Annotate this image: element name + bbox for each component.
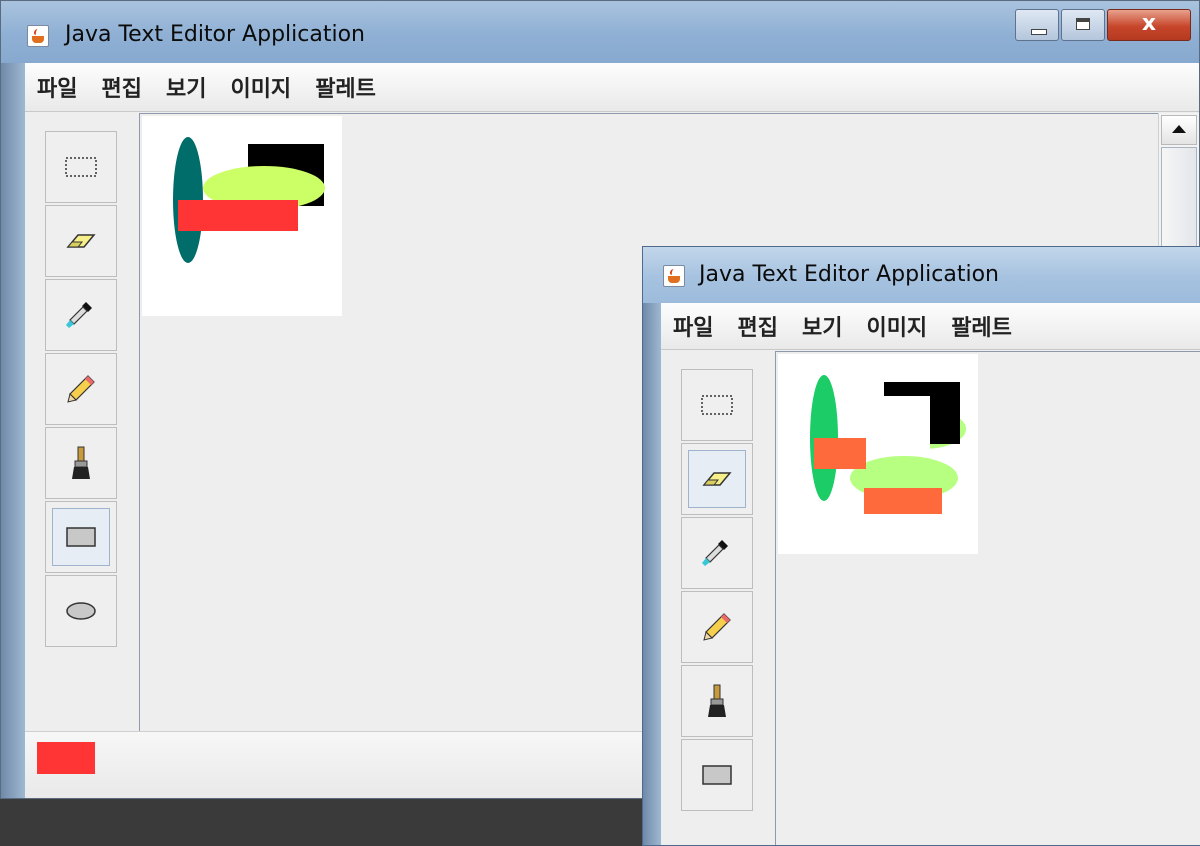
second-window: Java Text Editor Application 파일 편집 보기 이미… — [642, 246, 1200, 846]
window-title: Java Text Editor Application — [65, 22, 365, 47]
menu-bar: 파일 편집 보기 이미지 팔레트 — [661, 303, 1200, 350]
tool-panel — [661, 351, 775, 845]
brush-icon — [72, 446, 90, 479]
brush-tool-button[interactable] — [45, 427, 117, 499]
select-rect-tool-button[interactable] — [681, 369, 753, 441]
pencil-tool-button[interactable] — [45, 353, 117, 425]
drawing-canvas-area[interactable] — [775, 351, 1200, 845]
menu-palette[interactable]: 팔레트 — [303, 71, 388, 103]
menu-edit[interactable]: 편집 — [89, 71, 153, 103]
rectangle-icon — [66, 527, 96, 547]
orange-rectangle-left — [814, 438, 866, 469]
rectangle-tool-button[interactable] — [681, 739, 753, 811]
brush-tool-button[interactable] — [681, 665, 753, 737]
java-app-icon — [663, 265, 685, 287]
eraser-tool-button[interactable] — [681, 443, 753, 515]
menu-bar: 파일 편집 보기 이미지 팔레트 — [25, 63, 1199, 112]
java-app-icon — [27, 25, 49, 47]
close-button[interactable] — [1107, 9, 1191, 41]
eraser-tool-button[interactable] — [45, 205, 117, 277]
orange-rectangle-bottom — [864, 488, 942, 514]
eraser-icon — [66, 234, 96, 248]
menu-file[interactable]: 파일 — [25, 71, 89, 103]
title-bar[interactable]: Java Text Editor Application — [1, 1, 1199, 63]
window-frame — [1, 63, 25, 798]
window-frame — [643, 303, 661, 845]
brush-icon — [708, 684, 726, 717]
tool-panel — [25, 113, 140, 733]
rectangle-tool-button[interactable] — [45, 501, 117, 573]
red-rectangle — [178, 200, 298, 231]
scroll-up-button[interactable] — [1161, 115, 1197, 145]
pencil-icon — [703, 613, 731, 641]
select-rect-icon — [701, 395, 733, 415]
drawing-surface[interactable] — [778, 354, 978, 554]
eyedropper-tool-button[interactable] — [681, 517, 753, 589]
menu-view[interactable]: 보기 — [154, 71, 218, 103]
pencil-tool-button[interactable] — [681, 591, 753, 663]
eyedropper-icon — [702, 540, 728, 566]
ellipse-icon — [66, 602, 96, 620]
menu-image[interactable]: 이미지 — [854, 310, 939, 342]
menu-image[interactable]: 이미지 — [218, 71, 303, 103]
eyedropper-icon — [66, 302, 92, 328]
menu-edit[interactable]: 편집 — [725, 310, 789, 342]
eraser-icon — [702, 472, 732, 486]
minimize-button[interactable] — [1015, 9, 1059, 41]
menu-palette[interactable]: 팔레트 — [939, 310, 1024, 342]
drawing-surface[interactable] — [142, 116, 342, 316]
menu-view[interactable]: 보기 — [790, 310, 854, 342]
current-color-swatch[interactable] — [37, 742, 95, 774]
ellipse-tool-button[interactable] — [45, 575, 117, 647]
maximize-button[interactable] — [1061, 9, 1105, 41]
select-rect-icon — [65, 157, 97, 177]
rectangle-icon — [702, 765, 732, 785]
window-title: Java Text Editor Application — [699, 262, 999, 287]
pencil-icon — [67, 375, 95, 403]
eyedropper-tool-button[interactable] — [45, 279, 117, 351]
select-rect-tool-button[interactable] — [45, 131, 117, 203]
title-bar[interactable]: Java Text Editor Application — [643, 247, 1200, 303]
menu-file[interactable]: 파일 — [661, 310, 725, 342]
erased-area — [864, 396, 930, 458]
